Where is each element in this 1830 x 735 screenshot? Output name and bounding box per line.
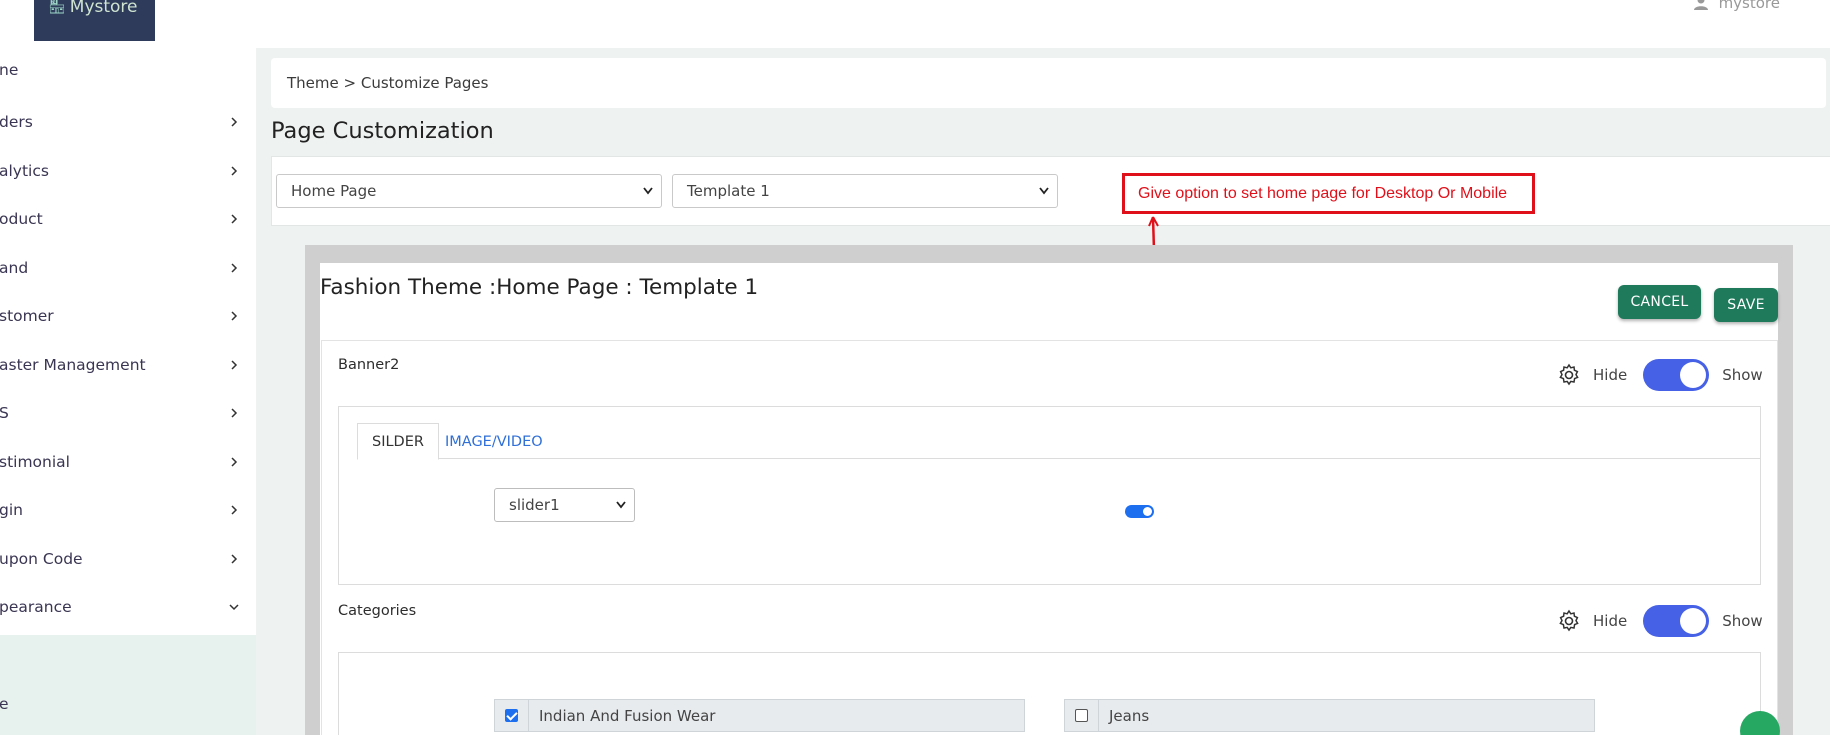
chevron-right-icon: [231, 457, 238, 467]
chevron-down-icon: [616, 501, 626, 509]
chevron-down-icon: [643, 187, 653, 195]
sidebar-item-coupon-code[interactable]: upon Code: [0, 539, 256, 579]
category-label: Jeans: [1109, 706, 1150, 725]
sidebar-item-label: stimonial: [0, 453, 70, 471]
banner2-tabs: SILDER IMAGE/VIDEO: [357, 423, 1761, 460]
filter-bar: Home Page Template 1: [271, 156, 1830, 226]
chevron-right-icon: [231, 311, 238, 321]
visibility-toggle[interactable]: [1643, 359, 1710, 391]
chevron-right-icon: [231, 505, 238, 515]
chevron-right-icon: [231, 360, 238, 370]
top-header: 🏪︎ Mystore mystore: [0, 0, 1830, 48]
sidebar-item-home[interactable]: ne: [0, 50, 256, 90]
user-icon: [1693, 0, 1708, 10]
chevron-right-icon: [231, 263, 238, 273]
show-label: Show: [1722, 366, 1763, 384]
chevron-right-icon: [231, 166, 238, 176]
sidebar-item-label: oduct: [0, 210, 43, 228]
section-title-banner2: Banner2: [338, 357, 400, 373]
hide-label: Hide: [1593, 366, 1628, 384]
page-select-value: Home Page: [291, 182, 377, 200]
sidebar-item-cms[interactable]: S: [0, 393, 256, 433]
toggle-knob: [1143, 507, 1152, 516]
sidebar-item-customer[interactable]: stomer: [0, 296, 256, 336]
section-visibility-categories: Hide Show: [1557, 605, 1763, 637]
category-option[interactable]: Jeans: [1064, 699, 1595, 732]
toggle-knob: [1680, 362, 1707, 388]
chevron-down-icon: [1039, 187, 1049, 195]
tab-image-video[interactable]: IMAGE/VIDEO: [431, 423, 557, 460]
slider-enabled-toggle[interactable]: [1125, 505, 1154, 518]
store-logo[interactable]: 🏪︎ Mystore: [34, 0, 155, 41]
tab-slider[interactable]: SILDER: [357, 423, 439, 460]
storefront-icon: 🏪︎: [48, 0, 66, 15]
category-checkbox-wrap: [495, 700, 529, 731]
section-visibility-banner2: Hide Show: [1557, 359, 1763, 391]
page-select[interactable]: Home Page: [276, 174, 662, 208]
chevron-down-icon: [229, 604, 239, 611]
chevron-right-icon: [231, 554, 238, 564]
sidebar-item-label: upon Code: [0, 550, 83, 568]
save-button[interactable]: SAVE: [1714, 288, 1778, 322]
sidebar-item-analytics[interactable]: alytics: [0, 151, 256, 191]
editor-title: Fashion Theme :Home Page : Template 1: [320, 275, 759, 300]
sidebar-item-master-management[interactable]: aster Management: [0, 345, 256, 385]
breadcrumb-text: Theme > Customize Pages: [287, 74, 489, 92]
sidebar-item-brand[interactable]: and: [0, 248, 256, 288]
section-title-categories: Categories: [338, 603, 417, 619]
page-title: Page Customization: [271, 118, 494, 144]
sidebar-item-label: ne: [0, 61, 19, 79]
category-checkbox[interactable]: [505, 709, 518, 722]
show-label: Show: [1722, 612, 1763, 630]
sidebar-item-label: and: [0, 259, 29, 277]
sidebar-item-orders[interactable]: ders: [0, 102, 256, 142]
category-option[interactable]: Indian And Fusion Wear: [494, 699, 1025, 732]
sidebar-item-label: S: [0, 404, 9, 422]
sidebar-item-label: ders: [0, 113, 33, 131]
annotation-text: Give option to set home page for Desktop…: [1138, 184, 1508, 202]
banner2-config-box: SILDER IMAGE/VIDEO slider1: [338, 406, 1761, 585]
sidebar-item-login[interactable]: gin: [0, 490, 256, 530]
annotation-callout: Give option to set home page for Desktop…: [1122, 173, 1535, 214]
sidebar-item-label: stomer: [0, 307, 54, 325]
category-checkbox[interactable]: [1075, 709, 1088, 722]
template-editor: Fashion Theme :Home Page : Template 1 CA…: [320, 263, 1780, 735]
gear-icon[interactable]: [1557, 609, 1581, 633]
chevron-right-icon: [231, 214, 238, 224]
sidebar-subitem-theme[interactable]: e: [0, 684, 256, 724]
visibility-toggle[interactable]: [1643, 605, 1710, 637]
sidebar-item-label: pearance: [0, 598, 72, 616]
sidebar: ne ders alytics oduct and stomer aster M…: [0, 48, 256, 735]
logo-text: Mystore: [69, 0, 138, 17]
cancel-button[interactable]: CANCEL: [1618, 285, 1701, 319]
sidebar-item-appearance[interactable]: pearance: [0, 587, 256, 627]
sidebar-item-label: gin: [0, 501, 23, 519]
hide-label: Hide: [1593, 612, 1628, 630]
breadcrumb: Theme > Customize Pages: [271, 58, 1826, 108]
sidebar-item-product[interactable]: oduct: [0, 199, 256, 239]
gear-icon[interactable]: [1557, 363, 1581, 387]
slider-select[interactable]: slider1: [494, 488, 635, 522]
slider-select-value: slider1: [509, 496, 560, 514]
template-select-value: Template 1: [687, 182, 770, 200]
sidebar-item-label: alytics: [0, 162, 49, 180]
toggle-knob: [1680, 608, 1707, 634]
sidebar-item-label: aster Management: [0, 356, 146, 374]
category-label: Indian And Fusion Wear: [539, 706, 716, 725]
sections-panel: Banner2 Hide Show SILDER IMAGE/VIDEO sli…: [321, 340, 1778, 735]
sidebar-item-label: e: [0, 695, 9, 713]
sidebar-item-testimonial[interactable]: stimonial: [0, 442, 256, 482]
category-checkbox-wrap: [1065, 700, 1099, 731]
chevron-right-icon: [231, 117, 238, 127]
categories-config-box: Indian And Fusion Wear Jeans: [338, 652, 1761, 735]
user-label: mystore: [1718, 0, 1780, 12]
chevron-right-icon: [231, 408, 238, 418]
template-select[interactable]: Template 1: [672, 174, 1058, 208]
user-menu[interactable]: mystore: [1693, 0, 1780, 12]
